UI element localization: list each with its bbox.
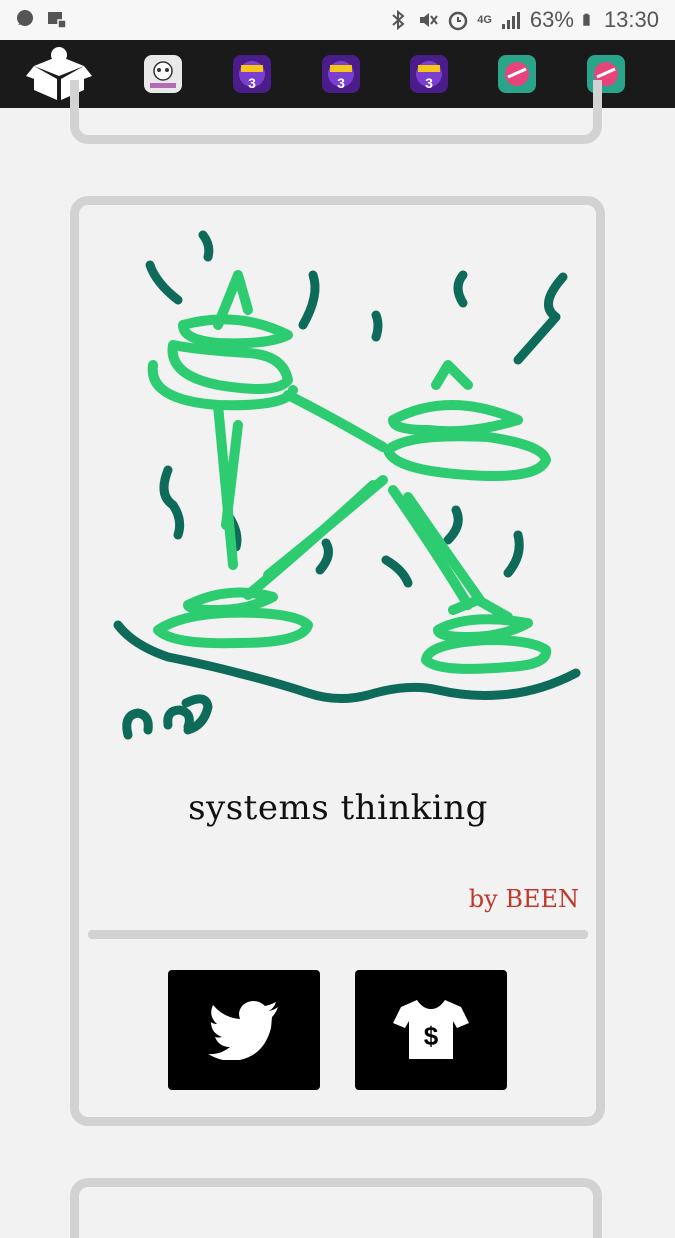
drawing-artwork [113, 230, 581, 740]
next-card-frame [70, 1178, 602, 1238]
status-bar: 4G 63% 13:30 [0, 0, 675, 40]
mute-icon [420, 13, 439, 27]
signal-icon [501, 12, 520, 29]
bluetooth-icon [392, 9, 405, 31]
drawing-title: systems thinking [188, 788, 488, 828]
clock: 13:30 [603, 7, 659, 32]
network-label: 4G [477, 14, 492, 26]
artist-credit: by BEEN [468, 885, 579, 913]
twitter-bird-icon [208, 1001, 278, 1060]
chat-icon [17, 10, 33, 26]
card-divider [88, 930, 588, 939]
battery-percent: 63% [529, 7, 574, 32]
image-lock-icon [48, 12, 67, 29]
battery-icon [583, 13, 590, 26]
shop-tshirt-button[interactable]: $ [355, 970, 507, 1090]
alarm-icon [448, 11, 468, 31]
svg-text:$: $ [424, 1021, 439, 1051]
previous-card-frame [70, 80, 602, 144]
twitter-share-button[interactable] [168, 970, 320, 1090]
tshirt-dollar-icon: $ [393, 1000, 469, 1059]
